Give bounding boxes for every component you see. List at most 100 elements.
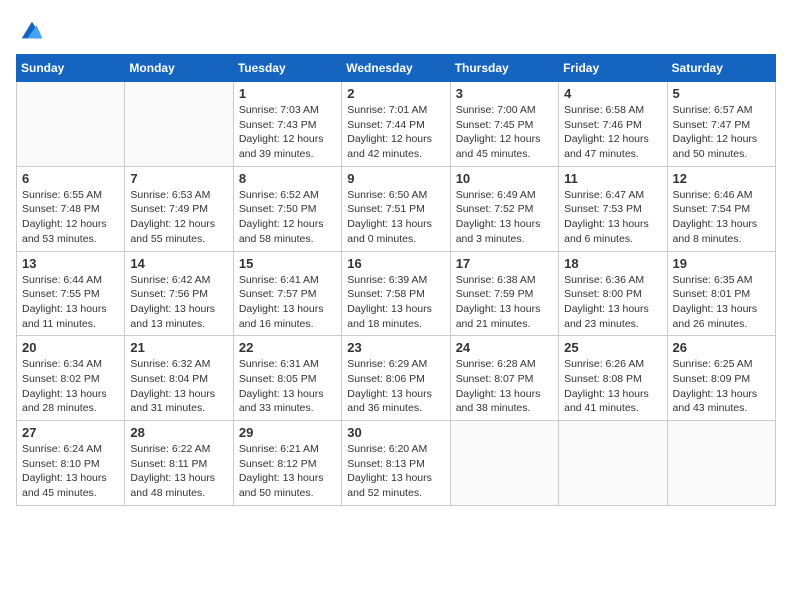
table-row: 21 Sunrise: 6:32 AM Sunset: 8:04 PM Dayli… <box>125 336 233 421</box>
day-number: 28 <box>130 425 227 440</box>
table-row: 13Sunrise: 6:44 AM Sunset: 7:55 PM Dayli… <box>17 251 125 336</box>
day-info: Sunrise: 6:20 AM Sunset: 8:13 PM Dayligh… <box>347 442 444 501</box>
day-info: Sunrise: 7:03 AM Sunset: 7:43 PM Dayligh… <box>239 103 336 162</box>
day-info: Sunrise: 6:22 AM Sunset: 8:11 PM Dayligh… <box>130 442 227 501</box>
day-info: Sunrise: 6:39 AM Sunset: 7:58 PM Dayligh… <box>347 273 444 332</box>
table-row <box>17 82 125 167</box>
day-info: Sunrise: 6:57 AM Sunset: 7:47 PM Dayligh… <box>673 103 770 162</box>
table-row: 18 Sunrise: 6:36 AM Sunset: 8:00 PM Dayli… <box>559 251 667 336</box>
day-number: 19 <box>673 256 770 271</box>
table-row: 4Sunrise: 6:58 AM Sunset: 7:46 PM Daylig… <box>559 82 667 167</box>
day-number: 5 <box>673 86 770 101</box>
day-info: Sunrise: 6:58 AM Sunset: 7:46 PM Dayligh… <box>564 103 661 162</box>
table-row: 3Sunrise: 7:00 AM Sunset: 7:45 PM Daylig… <box>450 82 558 167</box>
day-number: 12 <box>673 171 770 186</box>
logo <box>16 16 46 44</box>
day-header-sunday: Sunday <box>17 55 125 82</box>
day-info: Sunrise: 6:47 AM Sunset: 7:53 PM Dayligh… <box>564 188 661 247</box>
day-number: 16 <box>347 256 444 271</box>
table-row <box>667 421 775 506</box>
day-number: 15 <box>239 256 336 271</box>
calendar-table: SundayMondayTuesdayWednesdayThursdayFrid… <box>16 54 776 506</box>
day-number: 7 <box>130 171 227 186</box>
day-info: Sunrise: 6:49 AM Sunset: 7:52 PM Dayligh… <box>456 188 553 247</box>
day-header-thursday: Thursday <box>450 55 558 82</box>
table-row: 26Sunrise: 6:25 AM Sunset: 8:09 PM Dayli… <box>667 336 775 421</box>
day-info: Sunrise: 7:01 AM Sunset: 7:44 PM Dayligh… <box>347 103 444 162</box>
day-number: 17 <box>456 256 553 271</box>
day-number: 20 <box>22 340 119 355</box>
day-info: Sunrise: 6:32 AM Sunset: 8:04 PM Dayligh… <box>130 357 227 416</box>
logo-icon <box>18 16 46 44</box>
day-number: 1 <box>239 86 336 101</box>
table-row: 2 Sunrise: 7:01 AM Sunset: 7:44 PM Daylig… <box>342 82 450 167</box>
day-number: 9 <box>347 171 444 186</box>
day-number: 23 <box>347 340 444 355</box>
table-row: 7 Sunrise: 6:53 AM Sunset: 7:49 PM Daylig… <box>125 166 233 251</box>
day-info: Sunrise: 6:29 AM Sunset: 8:06 PM Dayligh… <box>347 357 444 416</box>
calendar-week-2: 6 Sunrise: 6:55 AM Sunset: 7:48 PM Daylig… <box>17 166 776 251</box>
day-info: Sunrise: 6:50 AM Sunset: 7:51 PM Dayligh… <box>347 188 444 247</box>
table-row: 14 Sunrise: 6:42 AM Sunset: 7:56 PM Dayli… <box>125 251 233 336</box>
day-number: 18 <box>564 256 661 271</box>
table-row: 17 Sunrise: 6:38 AM Sunset: 7:59 PM Dayli… <box>450 251 558 336</box>
day-info: Sunrise: 6:21 AM Sunset: 8:12 PM Dayligh… <box>239 442 336 501</box>
day-header-tuesday: Tuesday <box>233 55 341 82</box>
table-row: 5 Sunrise: 6:57 AM Sunset: 7:47 PM Daylig… <box>667 82 775 167</box>
day-header-saturday: Saturday <box>667 55 775 82</box>
day-info: Sunrise: 6:28 AM Sunset: 8:07 PM Dayligh… <box>456 357 553 416</box>
table-row: 25Sunrise: 6:26 AM Sunset: 8:08 PM Dayli… <box>559 336 667 421</box>
day-info: Sunrise: 6:44 AM Sunset: 7:55 PM Dayligh… <box>22 273 119 332</box>
day-info: Sunrise: 6:53 AM Sunset: 7:49 PM Dayligh… <box>130 188 227 247</box>
day-info: Sunrise: 6:52 AM Sunset: 7:50 PM Dayligh… <box>239 188 336 247</box>
day-number: 30 <box>347 425 444 440</box>
table-row: 9 Sunrise: 6:50 AM Sunset: 7:51 PM Daylig… <box>342 166 450 251</box>
day-info: Sunrise: 6:36 AM Sunset: 8:00 PM Dayligh… <box>564 273 661 332</box>
day-number: 6 <box>22 171 119 186</box>
table-row: 1 Sunrise: 7:03 AM Sunset: 7:43 PM Daylig… <box>233 82 341 167</box>
table-row: 10 Sunrise: 6:49 AM Sunset: 7:52 PM Dayli… <box>450 166 558 251</box>
day-header-friday: Friday <box>559 55 667 82</box>
day-number: 14 <box>130 256 227 271</box>
table-row: 27Sunrise: 6:24 AM Sunset: 8:10 PM Dayli… <box>17 421 125 506</box>
table-row <box>559 421 667 506</box>
day-info: Sunrise: 6:55 AM Sunset: 7:48 PM Dayligh… <box>22 188 119 247</box>
day-info: Sunrise: 6:24 AM Sunset: 8:10 PM Dayligh… <box>22 442 119 501</box>
table-row: 30 Sunrise: 6:20 AM Sunset: 8:13 PM Dayli… <box>342 421 450 506</box>
day-number: 22 <box>239 340 336 355</box>
calendar-week-1: 1 Sunrise: 7:03 AM Sunset: 7:43 PM Daylig… <box>17 82 776 167</box>
table-row: 24 Sunrise: 6:28 AM Sunset: 8:07 PM Dayli… <box>450 336 558 421</box>
table-row: 11 Sunrise: 6:47 AM Sunset: 7:53 PM Dayli… <box>559 166 667 251</box>
table-row: 29 Sunrise: 6:21 AM Sunset: 8:12 PM Dayli… <box>233 421 341 506</box>
table-row <box>450 421 558 506</box>
table-row: 23 Sunrise: 6:29 AM Sunset: 8:06 PM Dayli… <box>342 336 450 421</box>
day-number: 2 <box>347 86 444 101</box>
calendar-week-3: 13Sunrise: 6:44 AM Sunset: 7:55 PM Dayli… <box>17 251 776 336</box>
table-row: 19Sunrise: 6:35 AM Sunset: 8:01 PM Dayli… <box>667 251 775 336</box>
calendar-week-4: 20 Sunrise: 6:34 AM Sunset: 8:02 PM Dayli… <box>17 336 776 421</box>
calendar-week-5: 27Sunrise: 6:24 AM Sunset: 8:10 PM Dayli… <box>17 421 776 506</box>
table-row <box>125 82 233 167</box>
day-number: 8 <box>239 171 336 186</box>
day-number: 21 <box>130 340 227 355</box>
table-row: 12Sunrise: 6:46 AM Sunset: 7:54 PM Dayli… <box>667 166 775 251</box>
day-info: Sunrise: 6:31 AM Sunset: 8:05 PM Dayligh… <box>239 357 336 416</box>
day-info: Sunrise: 6:25 AM Sunset: 8:09 PM Dayligh… <box>673 357 770 416</box>
day-number: 11 <box>564 171 661 186</box>
day-header-monday: Monday <box>125 55 233 82</box>
day-info: Sunrise: 6:42 AM Sunset: 7:56 PM Dayligh… <box>130 273 227 332</box>
day-number: 10 <box>456 171 553 186</box>
page-header <box>16 16 776 44</box>
day-info: Sunrise: 6:34 AM Sunset: 8:02 PM Dayligh… <box>22 357 119 416</box>
day-info: Sunrise: 6:41 AM Sunset: 7:57 PM Dayligh… <box>239 273 336 332</box>
day-info: Sunrise: 6:38 AM Sunset: 7:59 PM Dayligh… <box>456 273 553 332</box>
day-number: 24 <box>456 340 553 355</box>
day-info: Sunrise: 6:26 AM Sunset: 8:08 PM Dayligh… <box>564 357 661 416</box>
day-info: Sunrise: 7:00 AM Sunset: 7:45 PM Dayligh… <box>456 103 553 162</box>
table-row: 8 Sunrise: 6:52 AM Sunset: 7:50 PM Daylig… <box>233 166 341 251</box>
day-header-wednesday: Wednesday <box>342 55 450 82</box>
table-row: 22 Sunrise: 6:31 AM Sunset: 8:05 PM Dayli… <box>233 336 341 421</box>
table-row: 6 Sunrise: 6:55 AM Sunset: 7:48 PM Daylig… <box>17 166 125 251</box>
table-row: 16 Sunrise: 6:39 AM Sunset: 7:58 PM Dayli… <box>342 251 450 336</box>
day-number: 29 <box>239 425 336 440</box>
